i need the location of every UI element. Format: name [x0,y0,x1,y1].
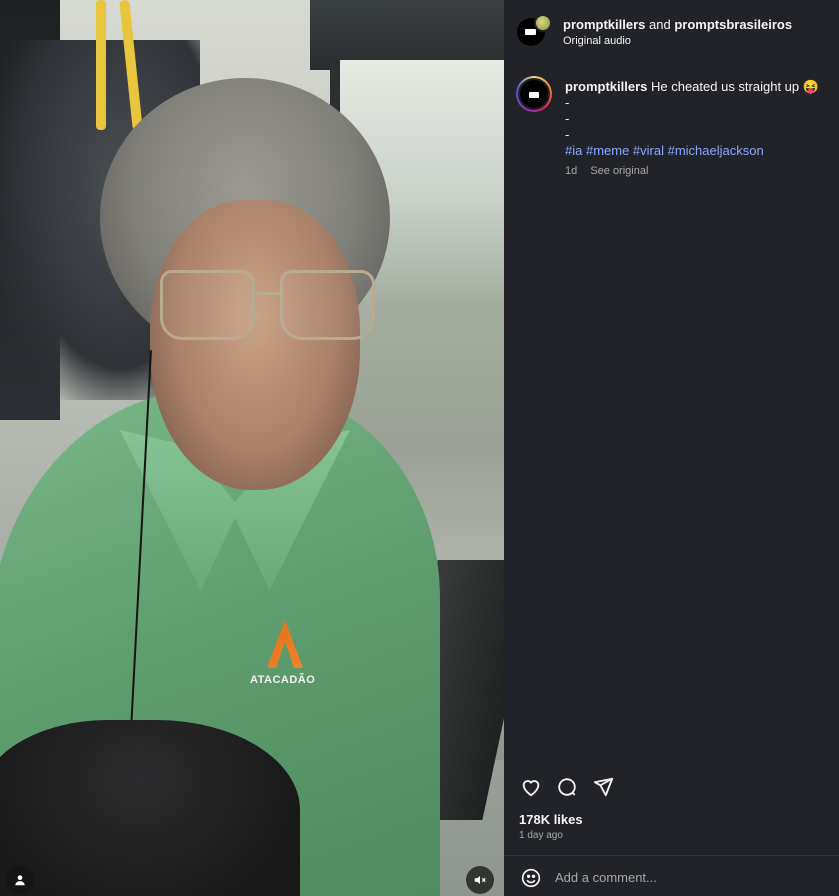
tagged-users-button[interactable] [6,866,34,894]
share-button[interactable] [590,774,616,800]
authors-joiner: and [648,17,671,32]
caption-text: He cheated us straight up 😝 [650,79,819,94]
see-original-link[interactable]: See original [590,165,648,177]
caption-avatar[interactable] [516,76,552,112]
smiley-icon[interactable] [521,868,541,888]
comment-bar [504,855,839,896]
backpack [0,720,300,896]
post-authors: promptkillers and promptsbrasileiros [563,17,792,33]
send-icon [593,777,614,797]
handrail-pole [96,0,106,130]
comment-button[interactable] [554,774,580,800]
collab-author-link[interactable]: promptsbrasileiros [674,17,792,32]
caption-body: promptkillers He cheated us straight up … [565,79,831,179]
collab-avatar[interactable] [534,14,552,32]
heart-icon [522,780,540,797]
caption-line: - [565,127,570,142]
speaker-muted-icon [474,875,486,885]
like-button[interactable] [518,774,544,800]
mute-button[interactable] [466,866,494,894]
user-icon [15,875,25,886]
action-bar [518,774,616,800]
face [150,200,360,490]
comment-input[interactable] [555,868,805,886]
shirt-logo-text: ATACADÃO [250,674,316,686]
post-media[interactable]: ATACADÃO [0,0,504,896]
audio-label[interactable]: Original audio [563,35,631,47]
likes-count[interactable]: 178K likes [519,812,583,827]
comment-icon [558,778,576,796]
post-header: promptkillers and promptsbrasileiros Ori… [504,0,839,62]
post-side-panel: promptkillers and promptsbrasileiros Ori… [504,0,839,896]
caption-meta: 1d See original [565,163,831,179]
author-link[interactable]: promptkillers [563,17,645,32]
caption-time: 1d [565,165,578,177]
author-avatar[interactable] [517,14,552,46]
caption-line: - [565,111,570,126]
post-age: 1 day ago [519,830,563,841]
caption-username[interactable]: promptkillers [565,79,647,94]
eyeglasses [160,270,375,345]
caption-hashtags[interactable]: #ia #meme #viral #michaeljackson [565,143,831,159]
caption-line: - [565,95,570,110]
